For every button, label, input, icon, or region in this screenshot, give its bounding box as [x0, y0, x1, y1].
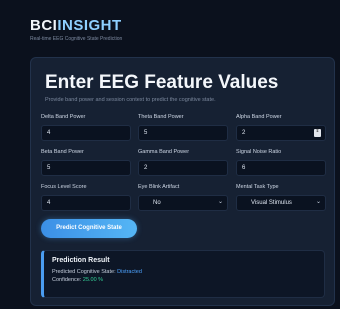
focus-level-score-input[interactable]: 4 — [41, 195, 131, 211]
field-label: Alpha Band Power — [236, 114, 282, 120]
spinner-icon[interactable]: ⇕ — [314, 129, 321, 137]
field-label: Focus Level Score — [41, 184, 87, 190]
tagline: Real-time EEG Cognitive State Prediction — [30, 36, 123, 42]
field-value: Visual Stimulus — [251, 200, 292, 206]
predicted-state-value: Distracted — [117, 269, 142, 275]
predicted-state-label: Predicted Cognitive State: — [52, 269, 116, 275]
result-title: Prediction Result — [52, 257, 110, 264]
signal-noise-ratio-input[interactable]: 6 — [236, 160, 326, 176]
alpha-band-power-input[interactable]: 2 ⇕ — [236, 125, 326, 141]
app-header: BCIINSIGHT Real-time EEG Cognitive State… — [30, 18, 123, 43]
predict-button[interactable]: Predict Cognitive State — [41, 219, 137, 238]
field-label: Eye Blink Artifact — [138, 184, 180, 190]
brand-part2: INSIGHT — [57, 17, 122, 34]
field-gamma-band-power: Gamma Band Power 2 — [138, 149, 228, 176]
field-theta-band-power: Theta Band Power 5 — [138, 114, 228, 141]
field-delta-band-power: Delta Band Power 4 — [41, 114, 131, 141]
beta-band-power-input[interactable]: 5 — [41, 160, 131, 176]
brand-part1: BCI — [30, 17, 58, 34]
field-value: 5 — [144, 130, 148, 136]
field-value: 2 — [144, 165, 148, 171]
field-value: No — [153, 200, 161, 206]
form-subtitle: Provide band power and session context t… — [45, 97, 216, 103]
confidence-label: Confidence: — [52, 277, 82, 283]
field-label: Signal Noise Ratio — [236, 149, 282, 155]
form-title: Enter EEG Feature Values — [45, 72, 279, 93]
field-mental-task-type: Mental Task Type Visual Stimulus ⌄ — [236, 184, 326, 211]
brand-logo: BCIINSIGHT — [30, 18, 122, 34]
chevron-down-icon: ⌄ — [217, 199, 223, 205]
field-eye-blink-artifact: Eye Blink Artifact No ⌄ — [138, 184, 228, 211]
predicted-state-line: Predicted Cognitive State: Distracted — [52, 269, 316, 275]
delta-band-power-input[interactable]: 4 — [41, 125, 131, 141]
field-label: Delta Band Power — [41, 114, 86, 120]
field-value: 6 — [242, 165, 246, 171]
field-label: Theta Band Power — [138, 114, 184, 120]
mental-task-type-select[interactable]: Visual Stimulus ⌄ — [236, 195, 326, 211]
field-beta-band-power: Beta Band Power 5 — [41, 149, 131, 176]
field-focus-level-score: Focus Level Score 4 — [41, 184, 131, 211]
field-value: 4 — [47, 130, 51, 136]
gamma-band-power-input[interactable]: 2 — [138, 160, 228, 176]
field-label: Beta Band Power — [41, 149, 84, 155]
chevron-down-icon: ⌄ — [315, 199, 321, 205]
field-alpha-band-power: Alpha Band Power 2 ⇕ — [236, 114, 326, 141]
confidence-line: Confidence: 25.00 % — [52, 277, 316, 283]
field-value: 5 — [47, 165, 51, 171]
confidence-value: 25.00 % — [82, 277, 104, 283]
theta-band-power-input[interactable]: 5 — [138, 125, 228, 141]
field-label: Mental Task Type — [236, 184, 279, 190]
field-signal-noise-ratio: Signal Noise Ratio 6 — [236, 149, 326, 176]
prediction-result-panel: Prediction Result Predicted Cognitive St… — [41, 250, 325, 298]
field-label: Gamma Band Power — [138, 149, 190, 155]
eeg-form-card: Enter EEG Feature Values Provide band po… — [30, 57, 335, 306]
field-value: 4 — [47, 200, 51, 206]
field-value: 2 — [242, 130, 246, 136]
eye-blink-artifact-select[interactable]: No ⌄ — [138, 195, 228, 211]
